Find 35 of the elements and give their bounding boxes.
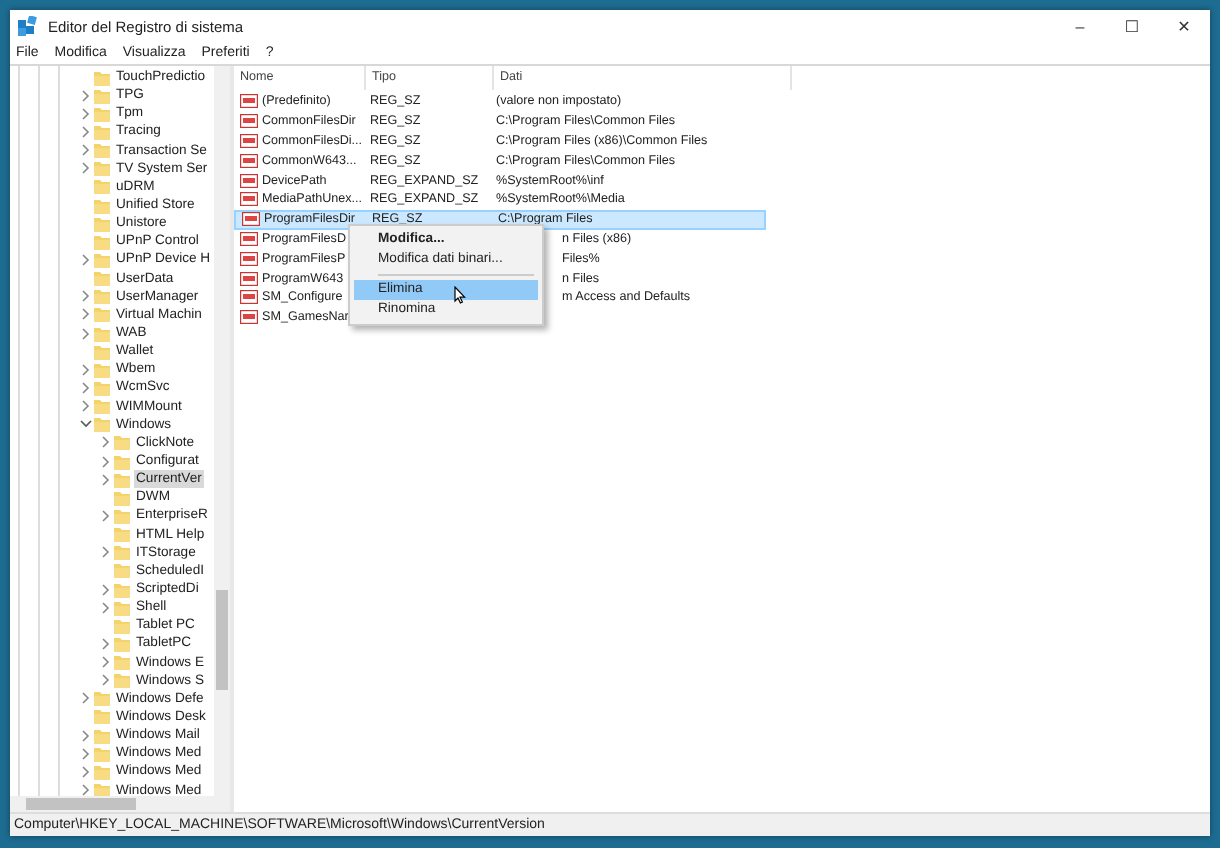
chevron-icon[interactable] [82,784,90,796]
mouse-cursor-icon [454,286,466,304]
window-control-button[interactable]: ✕ [1158,17,1210,35]
chevron-icon[interactable] [102,546,110,559]
chevron-icon[interactable] [82,363,90,376]
chevron-icon[interactable] [102,473,110,486]
chevron-icon[interactable] [102,656,110,669]
window-control-button[interactable]: ☐ [1106,17,1158,35]
scrollbar[interactable] [214,66,230,796]
expanded-chevron-icon[interactable] [80,420,92,429]
chevron-icon[interactable] [82,107,90,120]
chevron-icon[interactable] [102,509,110,522]
registry-icon [18,16,38,36]
chevron-icon[interactable] [82,327,90,340]
chevron-icon[interactable] [102,601,110,614]
chevron-icon[interactable] [82,162,90,175]
chevron-icon[interactable] [82,253,90,266]
chevron-icon[interactable] [102,455,110,468]
chevron-icon[interactable] [82,125,90,138]
chevron-icon[interactable] [102,637,110,650]
chevron-icon[interactable] [82,89,90,102]
chevron-icon[interactable] [82,692,90,705]
chevron-icon[interactable] [82,308,90,321]
chevron-icon[interactable] [82,290,90,303]
horizontal-scrollbar[interactable] [10,796,230,812]
chevron-icon[interactable] [82,400,90,413]
chevron-icon[interactable] [82,765,90,778]
chevron-icon[interactable] [82,144,90,157]
chevron-icon[interactable] [82,381,90,394]
window-control-button[interactable]: – [1054,17,1106,35]
chevron-icon[interactable] [82,729,90,742]
chevron-icon[interactable] [102,583,110,595]
chevron-icon[interactable] [102,674,110,687]
chevron-icon[interactable] [82,747,90,760]
chevron-icon[interactable] [102,436,110,449]
